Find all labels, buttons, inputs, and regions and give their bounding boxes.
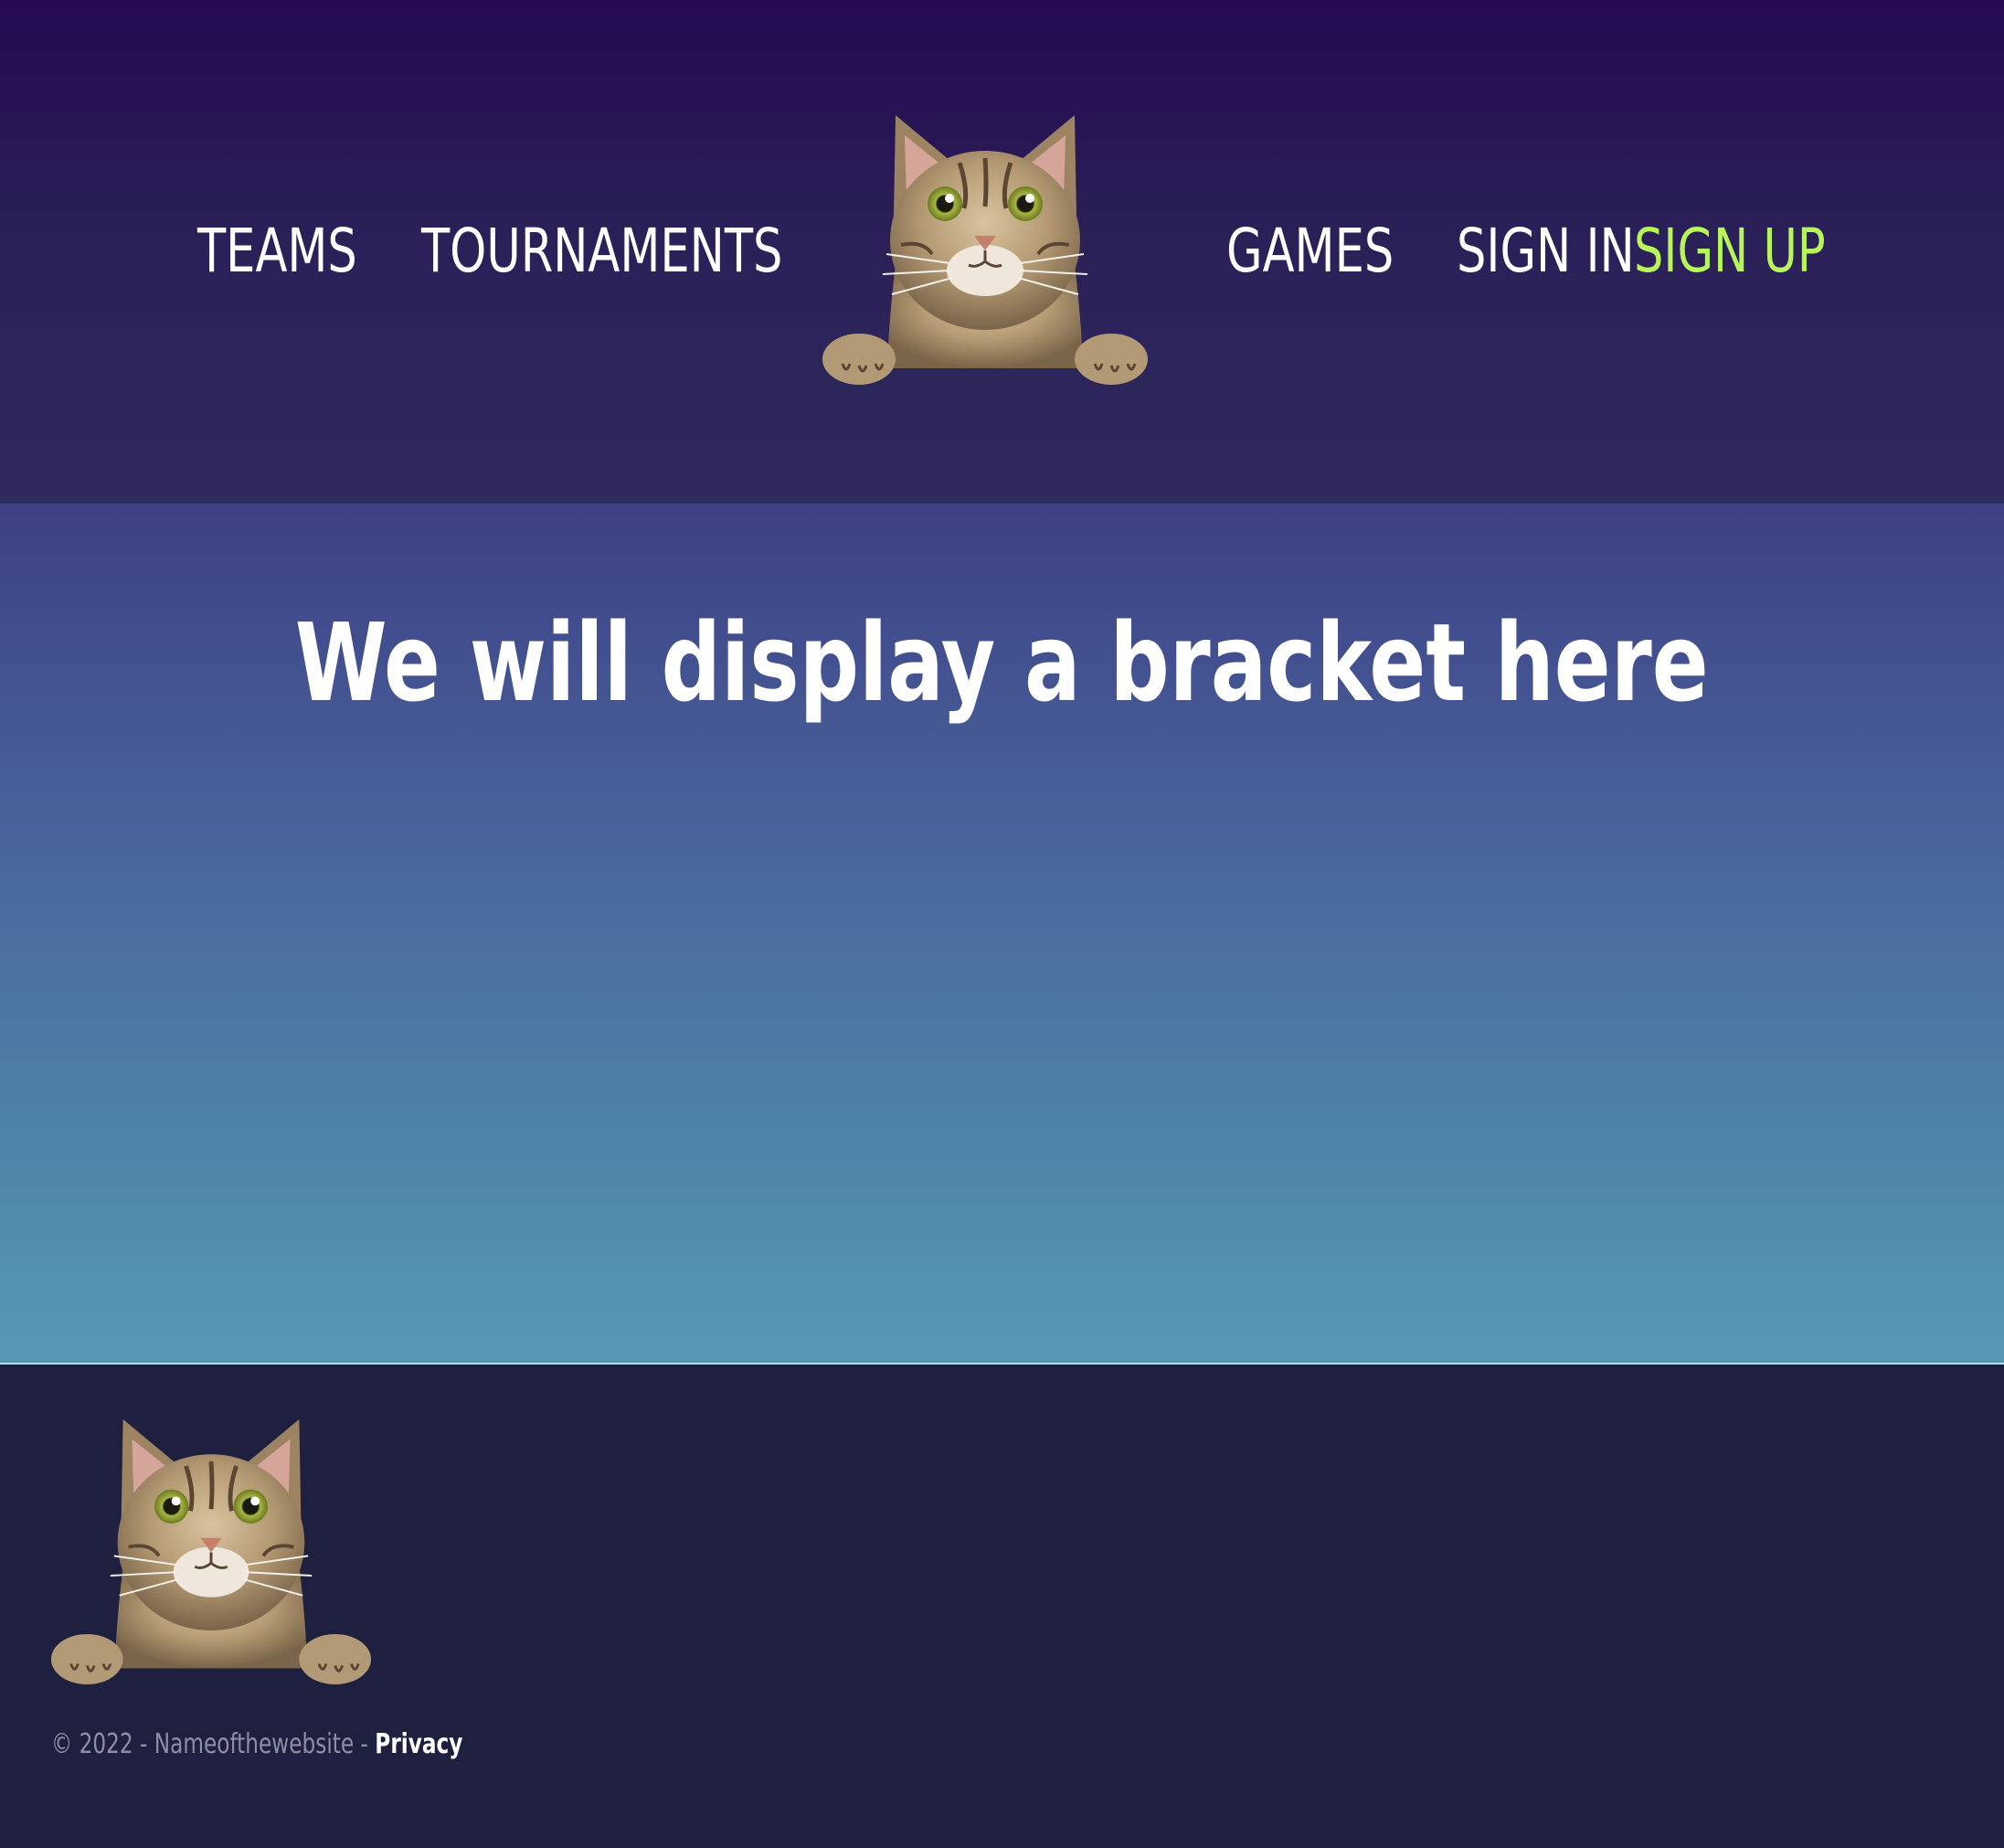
page-title: We will display a bracket here (0, 594, 2004, 731)
copyright-text: © 2022 - Nameofthewebsite - (51, 1728, 376, 1760)
site-footer: © 2022 - Nameofthewebsite - Privacy (0, 1365, 2004, 1848)
site-header: TEAMS TOURNAMENTS GAMES SIGN IN SIGN UP (0, 0, 2004, 504)
nav-link-teams[interactable]: TEAMS (197, 210, 357, 292)
cat-logo-icon (50, 1412, 372, 1686)
sign-up-link[interactable]: SIGN UP (1634, 210, 1826, 292)
cat-logo-icon[interactable] (822, 108, 1148, 387)
nav-link-tournaments[interactable]: TOURNAMENTS (421, 210, 782, 292)
sign-in-link[interactable]: SIGN IN (1457, 210, 1635, 292)
copyright: © 2022 - Nameofthewebsite - Privacy (51, 1726, 462, 1763)
nav-link-games[interactable]: GAMES (1226, 210, 1394, 292)
privacy-link[interactable]: Privacy (375, 1728, 462, 1760)
page-title-text: We will display a bracket here (295, 600, 1709, 727)
main-content: We will display a bracket here (0, 504, 2004, 1363)
